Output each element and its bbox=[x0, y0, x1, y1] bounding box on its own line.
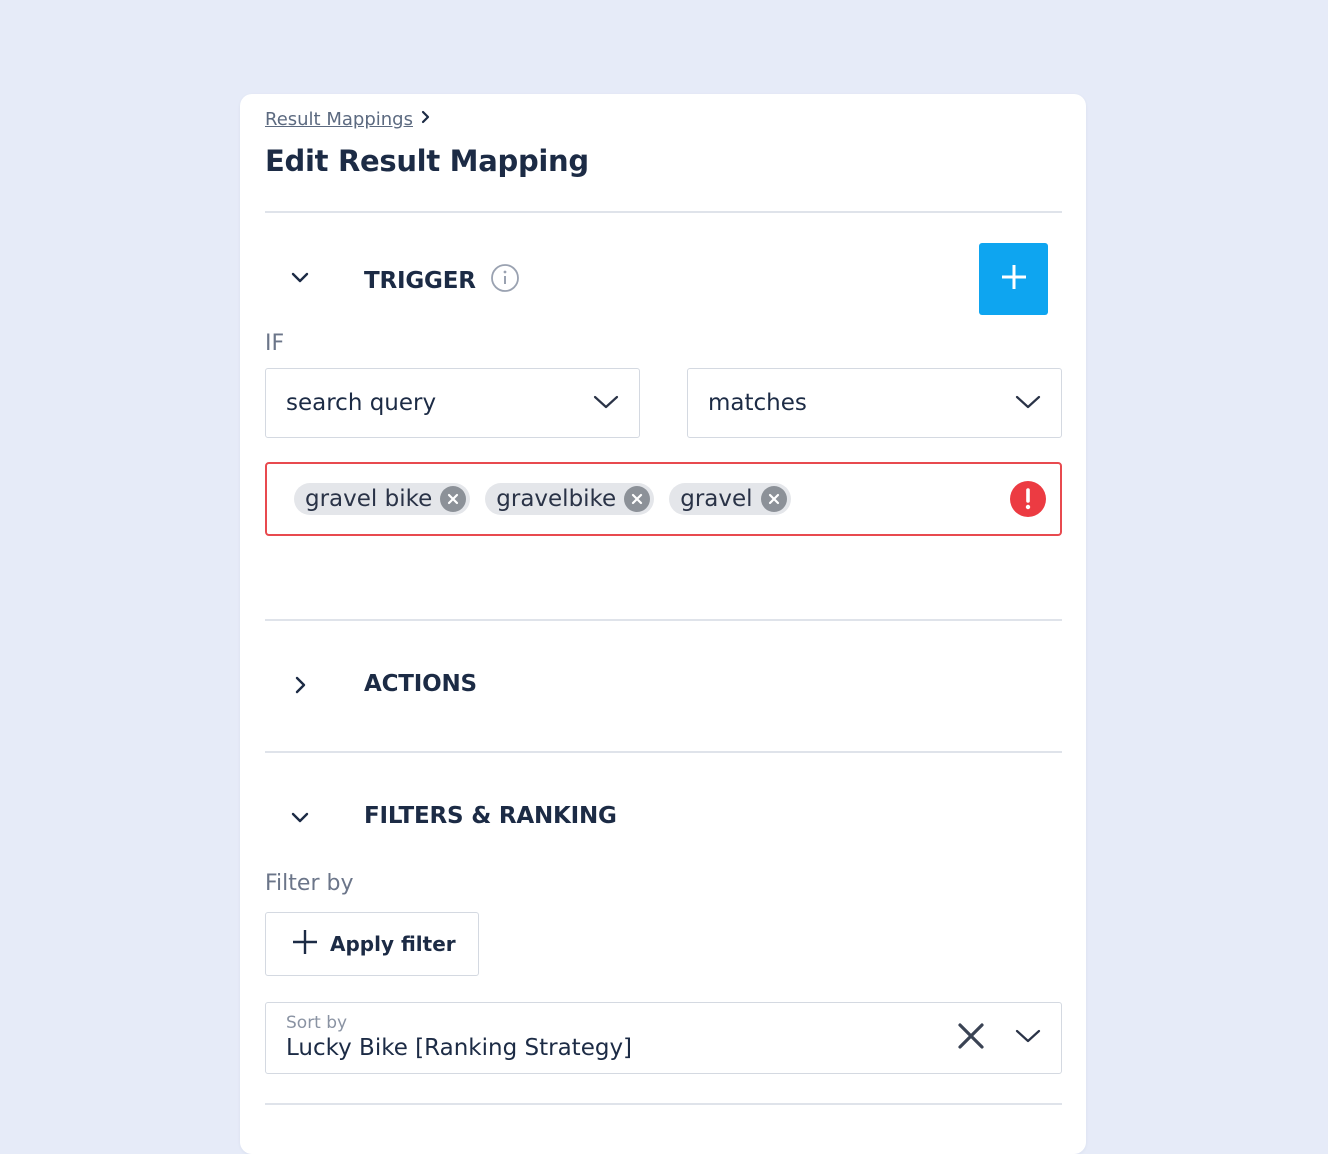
tag-chip: gravel bbox=[669, 483, 791, 515]
filters-section-header: FILTERS & RANKING bbox=[364, 803, 617, 829]
error-icon bbox=[1010, 481, 1046, 517]
tag-list: gravel bike gravelbike gravel bbox=[294, 483, 1010, 515]
clear-icon[interactable] bbox=[957, 1022, 985, 1054]
tag-chip-label: gravel bbox=[680, 486, 753, 512]
filter-by-label: Filter by bbox=[265, 871, 354, 896]
chevron-down-icon bbox=[290, 810, 310, 829]
chevron-down-icon[interactable] bbox=[1015, 1028, 1041, 1048]
section-divider bbox=[265, 1103, 1062, 1105]
trigger-section-title: TRIGGER bbox=[364, 268, 476, 294]
field-select[interactable]: search query bbox=[265, 368, 640, 438]
if-label: IF bbox=[265, 331, 285, 356]
add-trigger-button[interactable] bbox=[979, 243, 1048, 315]
remove-tag-icon[interactable] bbox=[440, 486, 467, 512]
apply-filter-button[interactable]: Apply filter bbox=[265, 912, 479, 976]
plus-icon bbox=[292, 929, 318, 960]
section-divider bbox=[265, 619, 1062, 621]
apply-filter-label: Apply filter bbox=[330, 932, 456, 956]
search-terms-tag-input[interactable]: gravel bike gravelbike gravel bbox=[265, 462, 1062, 536]
actions-section-header: ACTIONS bbox=[364, 671, 477, 697]
plus-icon bbox=[999, 262, 1029, 296]
sort-by-select[interactable]: Sort by Lucky Bike [Ranking Strategy] bbox=[265, 1002, 1062, 1074]
breadcrumb: Result Mappings bbox=[265, 109, 433, 130]
filters-collapse-toggle[interactable] bbox=[280, 799, 320, 839]
remove-tag-icon[interactable] bbox=[760, 486, 787, 512]
trigger-collapse-toggle[interactable] bbox=[280, 259, 320, 299]
sort-by-label: Sort by bbox=[286, 1013, 348, 1033]
sort-by-value: Lucky Bike [Ranking Strategy] bbox=[286, 1035, 633, 1061]
sort-by-text: Sort by Lucky Bike [Ranking Strategy] bbox=[286, 1013, 632, 1063]
remove-tag-icon[interactable] bbox=[624, 486, 651, 512]
tag-chip-label: gravel bike bbox=[305, 486, 433, 512]
sort-by-controls bbox=[957, 1022, 1041, 1054]
tag-chip-label: gravelbike bbox=[496, 486, 617, 512]
chevron-right-icon bbox=[419, 109, 433, 130]
chevron-down-icon bbox=[290, 270, 310, 289]
edit-result-mapping-panel: Result Mappings Edit Result Mapping TRIG… bbox=[240, 94, 1086, 1154]
tag-chip: gravelbike bbox=[485, 483, 655, 515]
filters-section-title: FILTERS & RANKING bbox=[364, 803, 617, 829]
page-title: Edit Result Mapping bbox=[265, 144, 589, 178]
trigger-section-header: TRIGGER bbox=[364, 263, 520, 299]
breadcrumb-result-mappings-link[interactable]: Result Mappings bbox=[265, 109, 413, 130]
operator-select-value: matches bbox=[708, 390, 807, 416]
actions-section-title: ACTIONS bbox=[364, 671, 477, 697]
chevron-down-icon bbox=[593, 390, 619, 416]
chevron-down-icon bbox=[1015, 390, 1041, 416]
header-divider bbox=[265, 211, 1062, 213]
tag-chip: gravel bike bbox=[294, 483, 471, 515]
field-select-value: search query bbox=[286, 390, 437, 416]
info-icon[interactable] bbox=[490, 263, 520, 299]
actions-expand-toggle[interactable] bbox=[280, 667, 320, 707]
section-divider bbox=[265, 751, 1062, 753]
chevron-right-icon bbox=[293, 675, 307, 699]
operator-select[interactable]: matches bbox=[687, 368, 1062, 438]
